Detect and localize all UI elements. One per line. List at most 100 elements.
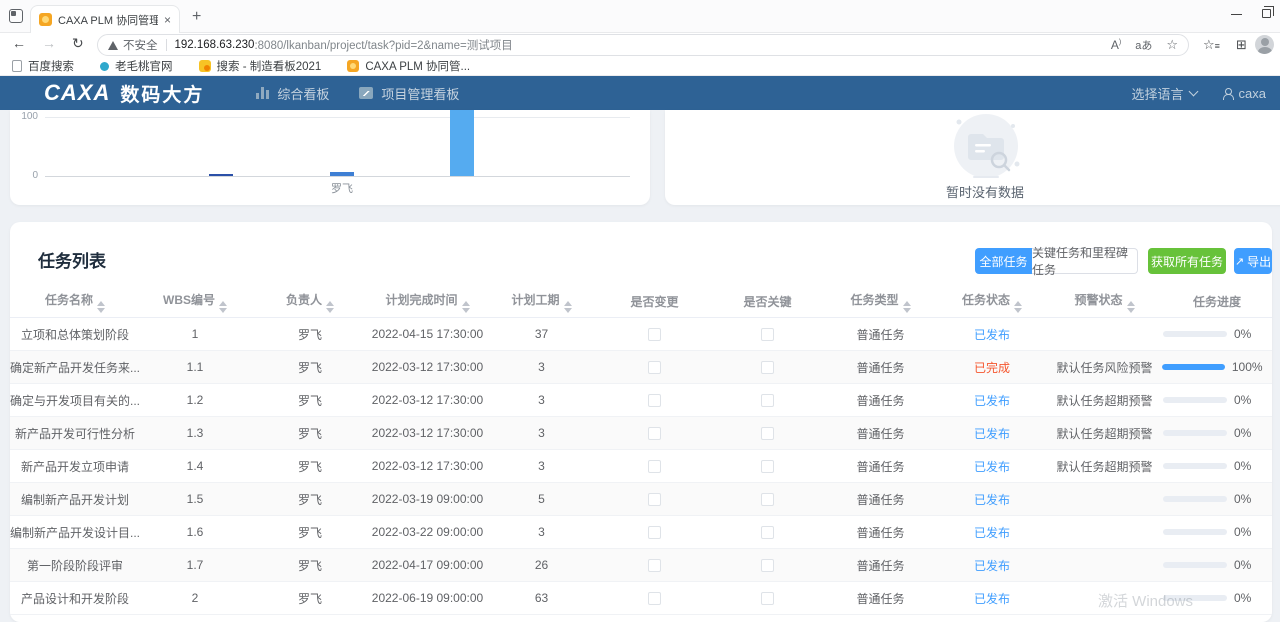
bookmark-kanban[interactable]: 搜索 - 制造看板2021 <box>199 58 322 74</box>
change-checkbox[interactable] <box>648 328 661 341</box>
status-cell: 已发布 <box>937 326 1047 343</box>
export-button[interactable]: ↗ 导出 <box>1234 248 1272 274</box>
sort-caret-icon[interactable] <box>564 301 572 313</box>
change-checkbox[interactable] <box>648 427 661 440</box>
column-header-owner[interactable]: 负责人 <box>250 291 370 313</box>
column-header-type[interactable]: 任务类型 <box>824 291 937 313</box>
progress-percent: 0% <box>1234 459 1262 473</box>
column-header-wbs[interactable]: WBS编号 <box>140 291 250 313</box>
owner-cell: 罗飞 <box>250 458 370 475</box>
change-checkbox[interactable] <box>648 394 661 407</box>
workload-chart-card: 100 0 罗飞 <box>10 110 650 205</box>
key-checkbox[interactable] <box>761 493 774 506</box>
task-type-cell: 普通任务 <box>824 590 937 607</box>
plan-finish-cell: 2022-03-12 17:30:00 <box>370 360 485 374</box>
plan-finish-cell: 2022-03-12 17:30:00 <box>370 459 485 473</box>
sort-caret-icon[interactable] <box>1014 301 1022 313</box>
tab-actions-icon[interactable] <box>9 9 23 23</box>
forward-icon: → <box>42 35 56 51</box>
key-checkbox[interactable] <box>761 427 774 440</box>
bookmark-caxa-plm[interactable]: CAXA PLM 协同管... <box>347 58 470 74</box>
progress-percent: 0% <box>1234 492 1262 506</box>
x-axis-line <box>45 176 630 177</box>
gridline-100 <box>45 117 630 118</box>
bar-chart-icon <box>256 87 269 99</box>
key-checkbox[interactable] <box>761 559 774 572</box>
status-cell: 已发布 <box>937 458 1047 475</box>
tab-close-icon[interactable]: × <box>164 13 171 27</box>
sort-caret-icon[interactable] <box>326 301 334 313</box>
key-checkbox[interactable] <box>761 328 774 341</box>
browser-profile-avatar[interactable] <box>1255 35 1274 54</box>
refresh-icon[interactable]: ↻ <box>72 35 84 52</box>
change-checkbox[interactable] <box>648 460 661 473</box>
change-checkbox[interactable] <box>648 592 661 605</box>
sort-caret-icon[interactable] <box>1127 301 1135 313</box>
nav-composite-board[interactable]: 综合看板 <box>256 84 329 103</box>
sort-caret-icon[interactable] <box>462 301 470 313</box>
key-checkbox[interactable] <box>761 592 774 605</box>
progress-percent: 100% <box>1232 360 1262 374</box>
nav-project-board[interactable]: 项目管理看板 <box>359 84 459 103</box>
progress-track <box>1163 430 1227 436</box>
status-cell: 已完成 <box>937 359 1047 376</box>
key-checkbox-cell <box>711 525 824 539</box>
table-header-row: 任务名称WBS编号负责人计划完成时间计划工期是否变更是否关键任务类型任务状态预警… <box>10 286 1272 318</box>
key-checkbox-cell <box>711 360 824 374</box>
address-bar[interactable]: 不安全 192.168.63.230 :8080/lkanban/project… <box>97 34 1189 56</box>
duration-cell: 3 <box>485 393 598 407</box>
back-icon[interactable]: ← <box>12 35 26 51</box>
change-checkbox[interactable] <box>648 559 661 572</box>
key-checkbox[interactable] <box>761 526 774 539</box>
sort-caret-icon[interactable] <box>97 301 105 313</box>
column-header-status[interactable]: 任务状态 <box>937 291 1047 313</box>
key-checkbox[interactable] <box>761 361 774 374</box>
progress-cell: 0% <box>1162 558 1272 572</box>
task-type-cell: 普通任务 <box>824 524 937 541</box>
sort-caret-icon[interactable] <box>903 301 911 313</box>
owner-cell: 罗飞 <box>250 326 370 343</box>
duration-cell: 3 <box>485 459 598 473</box>
change-checkbox[interactable] <box>648 526 661 539</box>
new-tab-button[interactable]: + <box>192 8 201 26</box>
column-header-duration[interactable]: 计划工期 <box>485 291 598 313</box>
brand-cn-label: 数码大方 <box>120 80 204 107</box>
window-restore-button[interactable] <box>1262 9 1271 18</box>
add-favorite-star-icon[interactable]: ☆ <box>1166 37 1178 53</box>
favorites-bar-icon[interactable]: ☆≡ <box>1203 37 1220 53</box>
task-name-cell: 编制新产品开发设计目... <box>10 524 140 541</box>
fetch-all-tasks-button[interactable]: 获取所有任务 <box>1148 248 1226 274</box>
bookmark-baidu[interactable]: 百度搜索 <box>12 58 74 74</box>
column-header-plan_finish[interactable]: 计划完成时间 <box>370 291 485 313</box>
translate-icon[interactable]: aあ <box>1135 37 1152 53</box>
change-checkbox[interactable] <box>648 361 661 374</box>
filter-all-tasks-button[interactable]: 全部任务 <box>975 248 1032 274</box>
owner-cell: 罗飞 <box>250 425 370 442</box>
column-header-warning[interactable]: 预警状态 <box>1047 291 1162 313</box>
task-name-cell: 编制新产品开发计划 <box>10 491 140 508</box>
change-checkbox[interactable] <box>648 493 661 506</box>
sort-caret-icon[interactable] <box>219 301 227 313</box>
read-aloud-icon[interactable]: A) <box>1111 38 1121 52</box>
task-type-cell: 普通任务 <box>824 458 937 475</box>
line-chart-icon <box>359 87 373 99</box>
window-minimize-button[interactable] <box>1231 14 1242 15</box>
nodata-card: 暂时没有数据 <box>665 110 1280 205</box>
key-checkbox[interactable] <box>761 460 774 473</box>
filter-key-milestone-button[interactable]: 关键任务和里程碑任务 <box>1032 248 1138 274</box>
progress-track <box>1162 364 1225 370</box>
language-selector[interactable]: 选择语言 <box>1132 84 1197 103</box>
progress-track <box>1163 529 1227 535</box>
kanban-icon <box>199 60 211 72</box>
warning-cell: 默认任务风险预警 <box>1047 359 1162 376</box>
collections-icon[interactable]: ⊞ <box>1236 37 1247 53</box>
task-name-cell: 新产品开发可行性分析 <box>10 425 140 442</box>
dot-icon <box>100 62 109 71</box>
column-header-name[interactable]: 任务名称 <box>10 291 140 313</box>
owner-cell: 罗飞 <box>250 392 370 409</box>
bookmark-laomaotao[interactable]: 老毛桃官网 <box>100 58 173 74</box>
browser-tab[interactable]: CAXA PLM 协同管理 2021 × <box>30 5 180 33</box>
user-menu[interactable]: caxa <box>1223 86 1266 101</box>
key-checkbox[interactable] <box>761 394 774 407</box>
progress-cell: 0% <box>1162 492 1272 506</box>
